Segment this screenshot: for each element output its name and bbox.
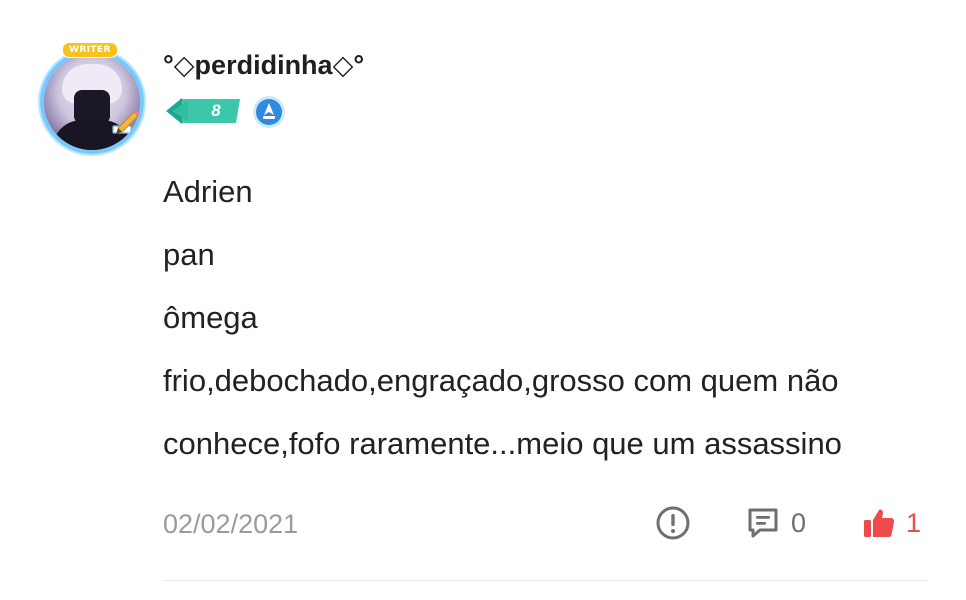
comment-line: Adrien <box>163 174 253 209</box>
comment-date: 02/02/2021 <box>163 509 299 539</box>
author-avatar[interactable]: WRITER <box>36 42 144 154</box>
curator-role-icon <box>253 96 285 128</box>
writer-badge: WRITER <box>62 42 118 58</box>
comment-line: conhece,fofo raramente...meio que um ass… <box>163 426 842 461</box>
avatar-mask <box>74 90 110 124</box>
pencil-icon <box>112 110 140 134</box>
like-count: 1 <box>906 508 922 538</box>
author-username[interactable]: °◇perdidinha◇° <box>163 50 364 81</box>
reply-count: 0 <box>791 508 807 538</box>
reply-button[interactable]: 0 <box>745 505 806 541</box>
level-badge-shape <box>166 98 240 124</box>
thumbs-up-icon <box>864 509 895 537</box>
level-number: 8 <box>211 101 221 120</box>
comment-line: ômega <box>163 300 258 335</box>
avatar-frame <box>40 50 144 154</box>
comment-line: pan <box>163 237 215 272</box>
report-button[interactable] <box>655 505 691 541</box>
level-badge: 8 <box>166 96 242 126</box>
alert-circle-icon <box>656 506 690 540</box>
comment-divider <box>163 580 929 581</box>
comment-icon <box>748 508 778 538</box>
comment-line: frio,debochado,engraçado,grosso com quem… <box>163 363 839 398</box>
like-button[interactable]: 1 <box>862 505 921 541</box>
